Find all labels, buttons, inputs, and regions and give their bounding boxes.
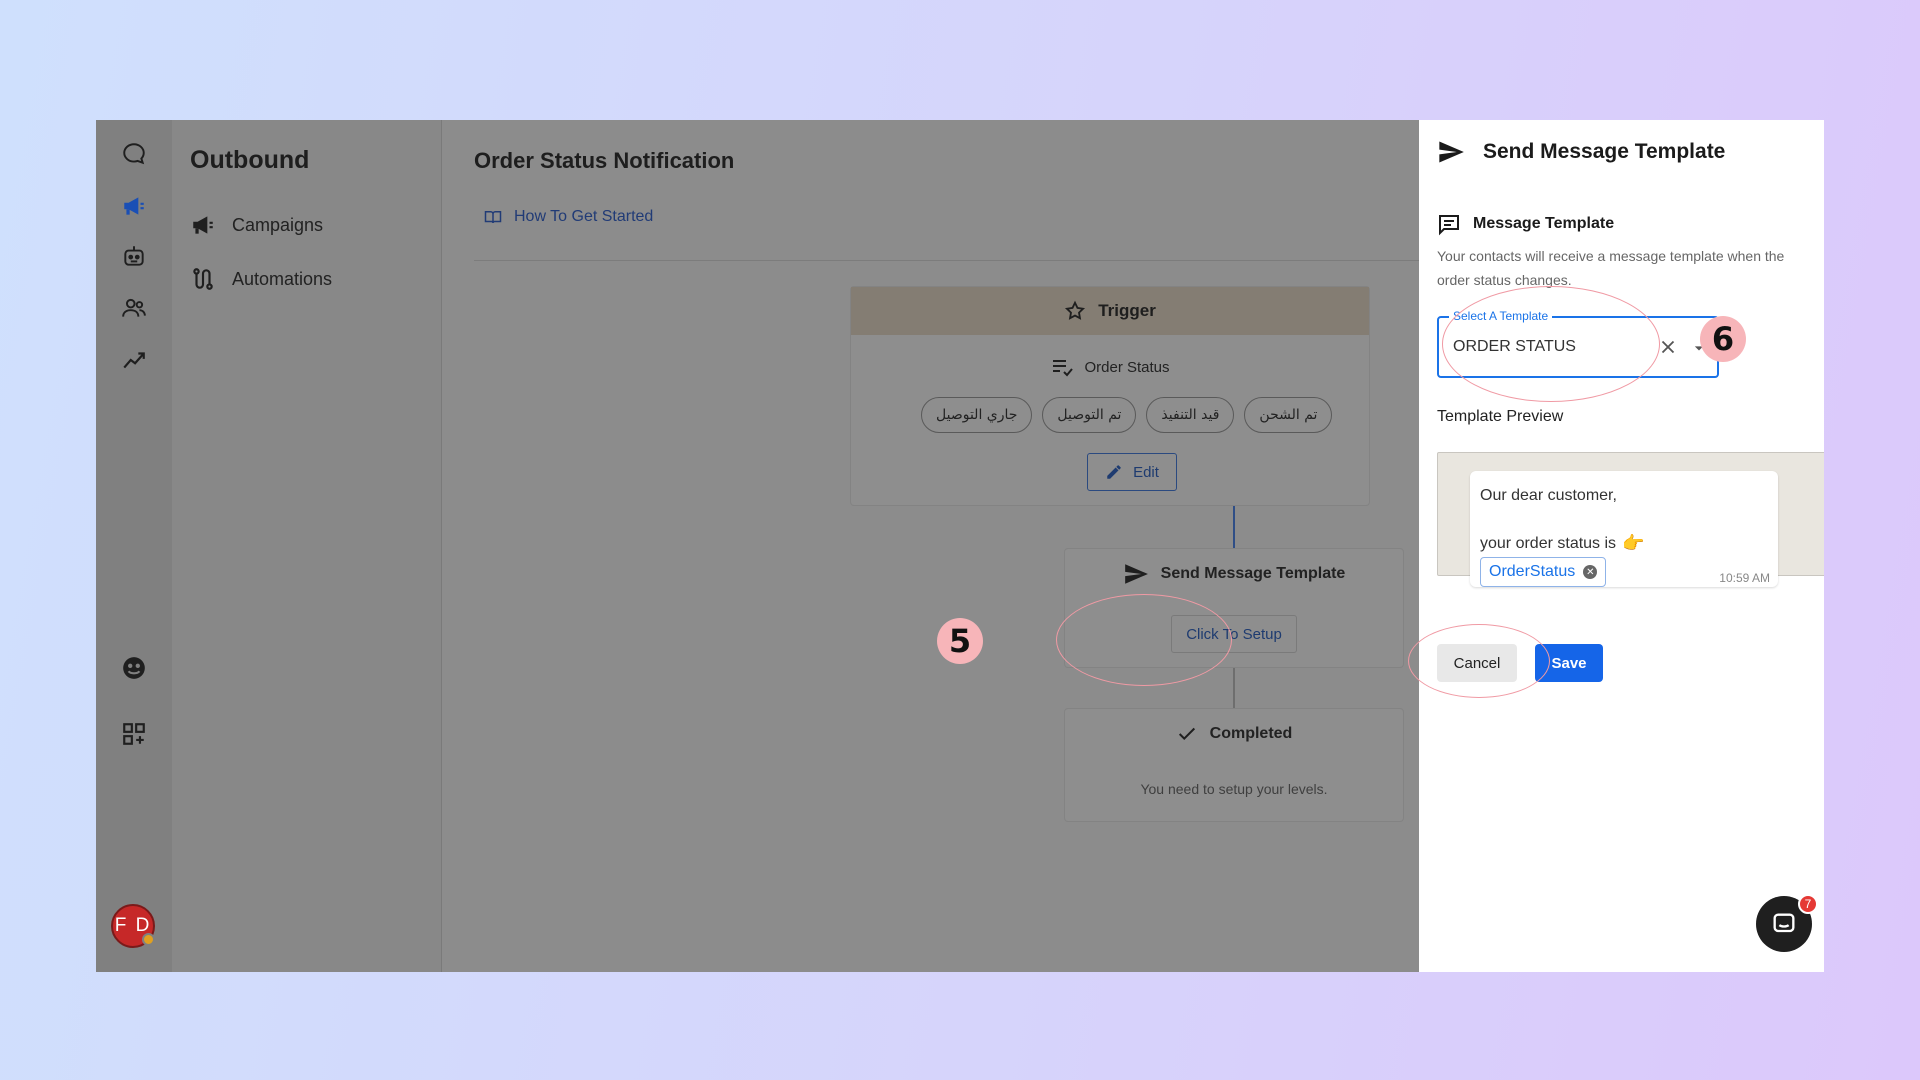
pointing-hand-icon: 👉 (1622, 533, 1645, 553)
divider (474, 260, 1434, 261)
flow-connector (1233, 668, 1235, 708)
robot-icon[interactable] (114, 236, 154, 276)
template-preview: Our dear customer, your order status is … (1437, 452, 1824, 587)
flow-connector (1233, 506, 1235, 548)
message-icon (1439, 215, 1459, 236)
chat-bubble-icon[interactable] (114, 134, 154, 174)
megaphone-icon[interactable] (114, 186, 154, 226)
drawer-title: Send Message Template (1483, 140, 1726, 163)
support-icon[interactable] (114, 648, 154, 688)
status-chip: جاري التوصيل (921, 397, 1033, 433)
help-link-label: How To Get Started (514, 208, 654, 225)
trigger-card: Trigger Order Status جاري التوصيل تم الت… (850, 286, 1370, 506)
sidebar-item-label: Automations (232, 268, 333, 289)
status-dot (142, 933, 155, 946)
section-title-text: Message Template (1473, 215, 1615, 232)
sidebar-item-campaigns[interactable]: Campaigns (190, 210, 323, 240)
send-step-title: Send Message Template (1160, 565, 1346, 582)
checklist-icon (1053, 360, 1074, 377)
sidebar-title: Outbound (190, 146, 310, 174)
save-button[interactable]: Save (1535, 644, 1603, 682)
page-title: Order Status Notification (474, 148, 735, 173)
preview-line: your order status is 👉 (1480, 533, 1644, 554)
order-status-text: Order Status (1084, 358, 1170, 376)
completed-header: Completed (1065, 723, 1403, 745)
app-window: F D Outbound Campaigns Automations Order… (96, 120, 1824, 972)
variable-chip[interactable]: OrderStatus ✕ (1480, 557, 1607, 587)
icon-rail: F D (96, 120, 172, 972)
send-icon (1439, 141, 1464, 163)
completed-note: You need to setup your levels. (1140, 781, 1328, 797)
trigger-title: Trigger (1098, 301, 1156, 320)
template-preview-label: Template Preview (1437, 408, 1564, 425)
apps-icon[interactable] (114, 714, 154, 754)
how-to-get-started-link[interactable]: How To Get Started (484, 208, 653, 226)
preview-line: Our dear customer, (1480, 487, 1617, 504)
pencil-icon (1107, 465, 1121, 479)
message-time: 10:59 AM (1719, 571, 1770, 585)
sidebar-item-label: Campaigns (232, 214, 324, 235)
sidebar-item-automations[interactable]: Automations (190, 264, 332, 294)
order-status-label: Order Status (851, 355, 1369, 379)
check-icon (1178, 727, 1195, 741)
send-icon (1124, 564, 1148, 584)
preview-line-text: your order status is (1480, 534, 1617, 552)
status-chip: تم الشحن (1244, 397, 1333, 433)
send-message-template-drawer: Send Message Template Message Template Y… (1419, 120, 1824, 972)
trigger-header: Trigger (851, 287, 1369, 335)
main-content: Order Status Notification How To Get Sta… (442, 120, 1434, 972)
remove-icon[interactable]: ✕ (1583, 565, 1598, 579)
template-select[interactable]: Select A Template ORDER STATUS (1437, 309, 1719, 378)
step-badge-6: 6 (1700, 316, 1746, 362)
cancel-button[interactable]: Cancel (1437, 644, 1517, 682)
section-description: Your contacts will receive a message tem… (1437, 248, 1785, 288)
chat-icon (1773, 913, 1795, 933)
message-template-section-title: Message Template (1437, 212, 1614, 236)
click-to-setup-button[interactable]: Click To Setup (1171, 615, 1297, 653)
step-badge-5: 5 (937, 618, 983, 664)
star-icon (1065, 300, 1086, 320)
drawer-header: Send Message Template (1437, 138, 1725, 166)
avatar[interactable]: F D (111, 904, 155, 948)
send-step-header: Send Message Template (1065, 561, 1403, 587)
edit-label: Edit (1133, 463, 1159, 481)
send-message-step-card: Send Message Template Click To Setup (1064, 548, 1404, 668)
book-icon (484, 211, 502, 224)
automation-icon (193, 268, 213, 290)
status-chip: تم التوصيل (1042, 397, 1137, 433)
outbound-sidebar: Outbound Campaigns Automations (172, 120, 442, 972)
completed-title: Completed (1209, 725, 1293, 742)
contacts-icon[interactable] (114, 288, 154, 328)
select-label: Select A Template (1449, 309, 1553, 323)
edit-trigger-button[interactable]: Edit (1087, 453, 1177, 491)
close-icon[interactable] (1657, 336, 1679, 358)
variable-label: OrderStatus (1489, 563, 1576, 580)
notification-badge: 7 (1798, 894, 1818, 914)
megaphone-icon (193, 216, 213, 234)
status-chip: قيد التنفيذ (1146, 397, 1235, 433)
select-value: ORDER STATUS (1453, 338, 1576, 355)
status-chips: جاري التوصيل تم التوصيل قيد التنفيذ تم ا… (921, 397, 1333, 433)
chat-launcher-button[interactable]: 7 (1756, 894, 1818, 952)
analytics-icon[interactable] (114, 340, 154, 380)
completed-step-card: Completed You need to setup your levels. (1064, 708, 1404, 822)
message-bubble: Our dear customer, your order status is … (1470, 471, 1778, 587)
